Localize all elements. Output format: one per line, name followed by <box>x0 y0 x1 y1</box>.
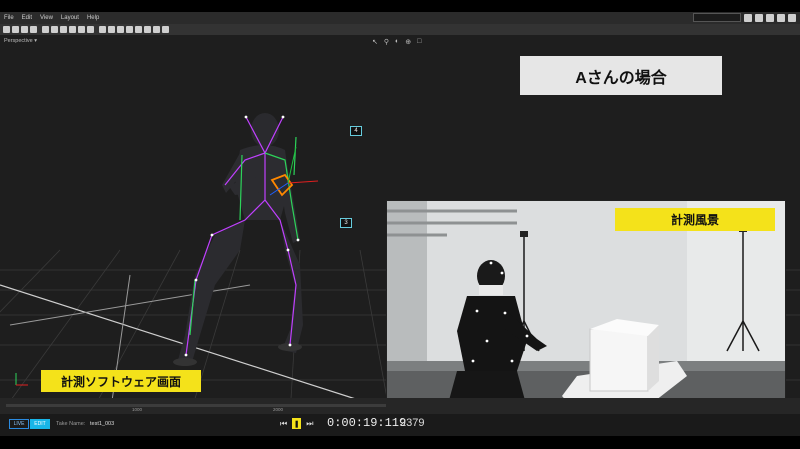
window-controls <box>693 13 796 22</box>
scene-illustration <box>387 201 785 424</box>
letterbox-top <box>0 0 800 12</box>
layout-icon-4[interactable] <box>777 13 785 22</box>
toolbar <box>0 24 800 35</box>
scene-label: 計測風景 <box>615 208 775 231</box>
play-pause-button[interactable]: ❚ <box>292 418 302 429</box>
menu-help[interactable]: Help <box>87 15 99 21</box>
skip-forward-icon[interactable]: ⏭ <box>306 419 313 429</box>
measurement-scene-photo <box>386 200 786 425</box>
menu-layout[interactable]: Layout <box>61 15 79 21</box>
timeline-track[interactable] <box>6 404 386 407</box>
select-tool-icon[interactable]: ↖ <box>372 38 378 46</box>
mocap-figure <box>173 113 319 366</box>
target-icon[interactable] <box>78 26 85 33</box>
camera-icon[interactable] <box>42 26 49 33</box>
grid-icon[interactable] <box>60 26 67 33</box>
viewport-mode-dropdown[interactable]: Perspective ▾ <box>4 38 37 44</box>
menu-edit[interactable]: Edit <box>22 15 32 21</box>
transport-controls: ⏮ ❚ ⏭ <box>280 418 313 429</box>
orbit-icon[interactable]: ◐ <box>395 38 399 46</box>
overlay-title: Aさんの場合 <box>520 56 722 95</box>
monitor-icon[interactable] <box>162 26 169 33</box>
layout-icon-2[interactable] <box>755 13 763 22</box>
frame-counter: 2379 <box>400 417 425 429</box>
link-icon[interactable] <box>117 26 124 33</box>
cursor-icon[interactable] <box>153 26 160 33</box>
layout-select[interactable] <box>693 13 741 22</box>
zoom-icon[interactable]: ⚲ <box>384 38 389 46</box>
viewport-tools: ↖ ⚲ ◐ ⊕ □ <box>372 38 421 46</box>
wand-icon[interactable] <box>51 26 58 33</box>
new-icon[interactable] <box>3 26 10 33</box>
layout-icon-5[interactable] <box>788 13 796 22</box>
pause-icon: ❚ <box>293 420 300 428</box>
menu-view[interactable]: View <box>40 15 53 21</box>
tools-icon[interactable] <box>108 26 115 33</box>
pan-icon[interactable]: ⊕ <box>405 38 411 46</box>
transport-bar: LIVE EDIT Take Name: test1_003 ⏮ ❚ ⏭ 0:0… <box>0 414 800 436</box>
timeline-tick: 2000 <box>273 407 284 412</box>
pen-icon[interactable] <box>135 26 142 33</box>
take-name-value[interactable]: test1_003 <box>90 421 114 427</box>
take-name-label: Take Name: <box>56 421 86 427</box>
edit-mode-button[interactable]: EDIT <box>30 419 50 429</box>
frame-icon[interactable]: □ <box>417 38 421 46</box>
timeline[interactable]: 1000 2000 <box>0 398 800 414</box>
camera-marker-4[interactable]: 4 <box>350 126 362 136</box>
layout-icon-1[interactable] <box>744 13 752 22</box>
timeline-tick: 1000 <box>132 407 143 412</box>
layout-icon-3[interactable] <box>766 13 774 22</box>
skeleton-icon[interactable] <box>99 26 106 33</box>
timecode-display: 0:00:19:119 <box>327 416 407 430</box>
chart-icon[interactable] <box>126 26 133 33</box>
letterbox-bottom <box>0 436 800 449</box>
camera-marker-3[interactable]: 3 <box>340 218 352 228</box>
open-icon[interactable] <box>12 26 19 33</box>
table-icon[interactable] <box>87 26 94 33</box>
settings-icon[interactable] <box>30 26 37 33</box>
skip-back-icon[interactable]: ⏮ <box>280 419 287 429</box>
list-icon[interactable] <box>144 26 151 33</box>
menu-file[interactable]: File <box>4 15 14 21</box>
menu-bar: File Edit View Layout Help <box>0 12 800 24</box>
software-label: 計測ソフトウェア画面 <box>41 370 201 392</box>
cube-icon[interactable] <box>69 26 76 33</box>
live-mode-button[interactable]: LIVE <box>9 419 29 429</box>
save-icon[interactable] <box>21 26 28 33</box>
